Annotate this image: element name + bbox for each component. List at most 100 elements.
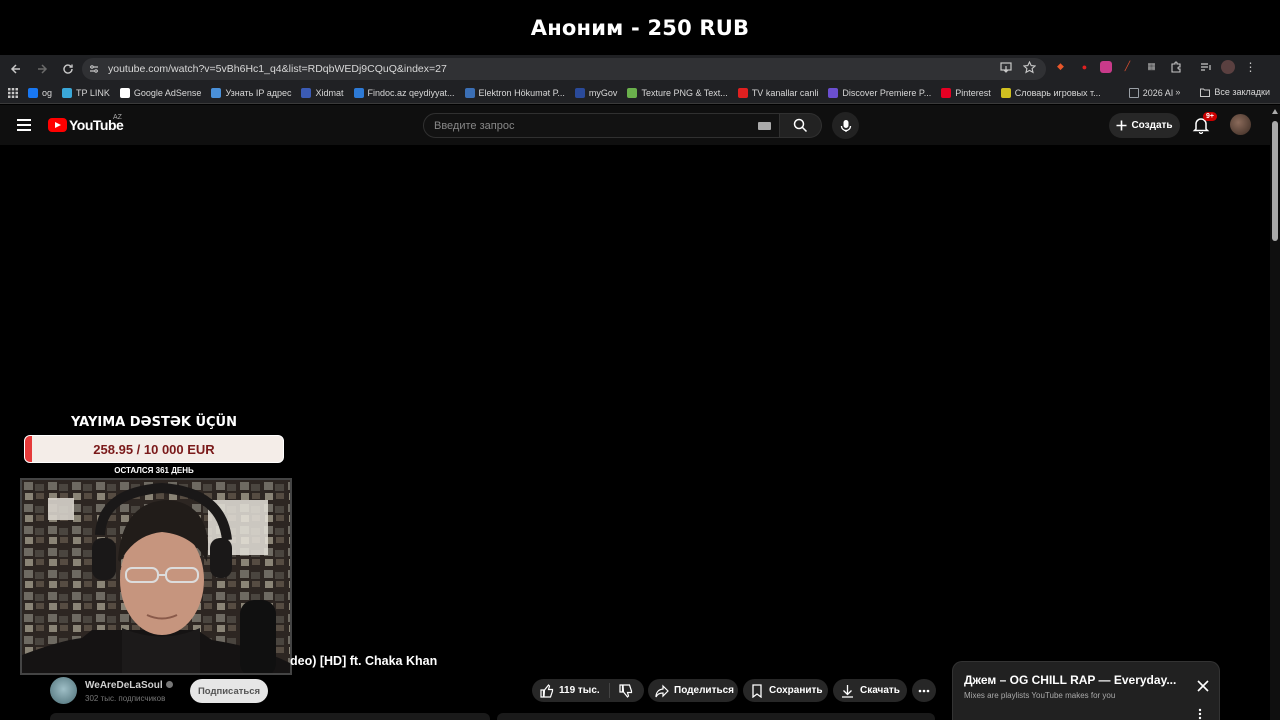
page-scrollbar[interactable] <box>1270 105 1280 720</box>
extension-slash-icon[interactable]: ╱ <box>1119 58 1136 75</box>
account-avatar[interactable] <box>1230 114 1251 135</box>
mix-playlist-panel: Джем – OG CHILL RAP — Everyday... Mixes … <box>952 661 1220 720</box>
share-button[interactable]: Поделиться <box>648 679 738 702</box>
back-arrow-icon[interactable] <box>4 57 28 81</box>
bookmark-favicon-icon <box>574 87 585 98</box>
bookmark-label: Google AdSense <box>133 87 202 98</box>
plus-icon <box>1116 120 1127 131</box>
search-input[interactable] <box>434 119 734 132</box>
bookmark-favicon-icon <box>119 87 130 98</box>
bookmark-favicon-icon <box>627 87 638 98</box>
bookmark-item[interactable]: TV kanallar canli <box>737 87 818 98</box>
all-bookmarks-link[interactable]: » Все закладки <box>1175 87 1270 97</box>
like-button[interactable]: 119 тыс. <box>532 683 610 698</box>
video-title: deo) [HD] ft. Chaka Khan <box>290 654 438 668</box>
menu-hamburger-icon[interactable] <box>17 119 31 131</box>
youtube-logo[interactable]: YouTube AZ <box>48 114 124 133</box>
bookmark-favicon-icon <box>828 87 839 98</box>
url-text[interactable]: youtube.com/watch?v=5vBh6Hc1_q4&list=RDq… <box>108 63 447 75</box>
bookmark-label: Texture PNG & Text... <box>641 87 728 98</box>
media-control-icon[interactable] <box>1197 58 1214 75</box>
bookmark-label: Xidmat <box>315 87 344 98</box>
thumbs-down-icon <box>619 683 632 698</box>
extensions-puzzle-icon[interactable] <box>1167 58 1184 75</box>
subscribe-button[interactable]: Подписаться <box>190 679 268 703</box>
bookmark-item[interactable]: Elektron Hökumət P... <box>464 87 565 98</box>
subscribe-label: Подписаться <box>197 685 261 697</box>
channel-avatar[interactable] <box>50 677 77 704</box>
save-label: Сохранить <box>769 685 823 696</box>
bookmark-item[interactable]: myGov <box>574 87 618 98</box>
description-card-peek <box>50 713 490 720</box>
bookmark-favicon-icon <box>28 87 38 98</box>
donation-alert-text: Аноним - 250 RUB <box>530 15 750 40</box>
bookmark-item[interactable]: TP LINK <box>62 87 110 98</box>
profile-avatar-icon[interactable] <box>1221 59 1235 74</box>
site-info-icon[interactable] <box>87 62 101 76</box>
bookmark-item[interactable]: Findoc.az qeydiyyat... <box>353 87 455 98</box>
extension-red-icon[interactable]: ● <box>1076 58 1093 75</box>
bookmark-item[interactable]: Словарь игровых т... <box>1000 87 1101 98</box>
more-actions-button[interactable] <box>912 679 936 702</box>
close-icon[interactable] <box>1196 679 1210 693</box>
search-button[interactable] <box>780 113 822 138</box>
extension-grid-icon[interactable]: ▦ <box>1143 58 1160 75</box>
bookmark-favicon-icon <box>941 87 952 98</box>
bookmark-item[interactable]: Google AdSense <box>119 87 202 98</box>
address-bar[interactable]: youtube.com/watch?v=5vBh6Hc1_q4&list=RDq… <box>82 58 1046 80</box>
mix-title[interactable]: Джем – OG CHILL RAP — Everyday... <box>964 673 1184 687</box>
bookmark-label: myGov <box>588 87 618 98</box>
mix-subtitle: Mixes are playlists YouTube makes for yo… <box>964 691 1116 700</box>
browser-menu-icon[interactable]: ⋮ <box>1242 58 1259 75</box>
search-box <box>423 113 780 138</box>
bookmark-favicon-icon <box>737 87 748 98</box>
like-count: 119 тыс. <box>559 685 600 696</box>
comments-card-peek <box>497 713 935 720</box>
folder-icon <box>1128 87 1139 98</box>
bookmark-star-icon[interactable] <box>1023 61 1036 74</box>
bookmark-item[interactable]: Узнать IP адрес <box>211 87 292 98</box>
bookmark-label: og <box>42 87 53 98</box>
more-horizontal-icon <box>918 689 930 692</box>
bookmark-item[interactable]: Texture PNG & Text... <box>627 87 728 98</box>
chevron-more-icon[interactable]: » <box>1175 87 1180 97</box>
create-button[interactable]: Создать <box>1109 113 1180 138</box>
forward-arrow-icon[interactable] <box>30 57 54 81</box>
bookmark-item[interactable]: 2026 AI <box>1128 87 1174 98</box>
keyboard-icon[interactable] <box>758 122 771 130</box>
bookmark-label: Pinterest <box>955 87 991 98</box>
bookmark-item[interactable]: Discover Premiere P... <box>828 87 931 98</box>
bookmark-favicon-icon <box>464 87 475 98</box>
dislike-button[interactable] <box>610 683 633 698</box>
extension-instagram-icon[interactable] <box>1100 60 1112 73</box>
verified-badge-icon <box>165 681 173 688</box>
create-label: Создать <box>1131 120 1173 131</box>
bookmark-item[interactable]: Xidmat <box>301 87 344 98</box>
bookmark-item[interactable]: Pinterest <box>941 87 991 98</box>
donation-goal-progress: 258.95 / 10 000 EUR <box>24 435 284 463</box>
bookmark-item[interactable]: og <box>28 87 53 98</box>
notifications-badge: 9+ <box>1203 112 1217 121</box>
reload-icon[interactable] <box>56 57 80 81</box>
extension-leaf-icon[interactable]: ◆ <box>1052 58 1069 75</box>
share-label: Поделиться <box>674 685 735 696</box>
voice-search-button[interactable] <box>832 112 859 139</box>
bookmarks-bar: og TP LINK Google AdSense Узнать IP адрес Xi… <box>0 82 1280 104</box>
donation-goal-widget: YAYIMA DƏSTƏK ÜÇÜN 258.95 / 10 000 EUR О… <box>18 415 290 475</box>
bookmark-label: 2026 AI <box>1142 87 1174 98</box>
country-code: AZ <box>113 114 122 121</box>
download-button[interactable]: Скачать <box>833 679 907 702</box>
save-button[interactable]: Сохранить <box>743 679 828 702</box>
apps-grid-icon[interactable] <box>8 87 18 98</box>
more-vertical-icon[interactable] <box>1198 708 1202 720</box>
channel-name[interactable]: WeAreDeLaSoul <box>85 680 173 691</box>
like-dislike-group: 119 тыс. <box>532 679 644 702</box>
scrollbar-thumb[interactable] <box>1272 121 1278 241</box>
scroll-up-arrow-icon[interactable] <box>1272 109 1278 114</box>
bookmark-label: TP LINK <box>76 87 110 98</box>
bookmark-label: Узнать IP адрес <box>225 87 292 98</box>
bookmark-icon <box>752 683 762 698</box>
screen: Аноним - 250 RUB youtube.com/watch?v=5vB… <box>0 0 1280 720</box>
channel-name-text: WeAreDeLaSoul <box>85 680 163 691</box>
install-app-icon[interactable] <box>1000 61 1013 74</box>
